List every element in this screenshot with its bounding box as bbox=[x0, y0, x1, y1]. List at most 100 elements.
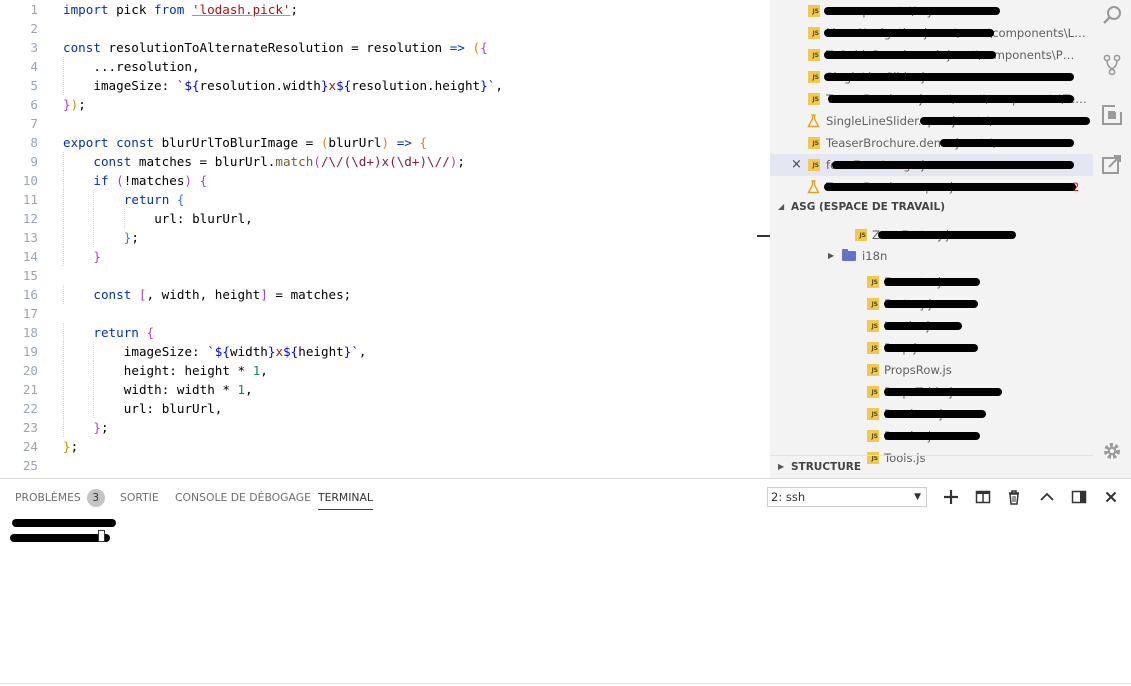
redaction-mark bbox=[940, 139, 1074, 147]
open-editor-item[interactable]: JS…components\Layou… bbox=[770, 0, 1093, 22]
line-number: 16 bbox=[22, 287, 38, 302]
code-line[interactable]: 21 width: width * 1, bbox=[0, 380, 757, 399]
add-terminal-icon[interactable] bbox=[943, 489, 959, 505]
code-line[interactable]: 25 bbox=[0, 456, 757, 475]
open-editor-item[interactable]: JSSingleLineSlider.js … bbox=[770, 66, 1093, 88]
code-text: width: width * 1, bbox=[124, 380, 253, 399]
remote-icon[interactable] bbox=[1101, 153, 1123, 175]
tree-file[interactable]: JSZoneFactory.js bbox=[770, 224, 1093, 246]
line-number: 4 bbox=[30, 59, 38, 74]
tree-folder[interactable]: ▶ i18n bbox=[770, 245, 1093, 267]
code-line[interactable]: 3 const resolutionToAlternateResolution =… bbox=[0, 38, 757, 57]
open-editor-item[interactable]: JS TeaserBrochure.demo.js …ts\… bbox=[770, 132, 1093, 154]
code-token: { bbox=[480, 40, 488, 55]
code-line[interactable]: 10 if (!matches) { bbox=[0, 171, 757, 190]
code-line[interactable]: 13}; bbox=[0, 228, 757, 247]
panel-tab-problèmes[interactable]: PROBLÈMES 3 bbox=[15, 488, 105, 510]
toggle-layout-icon[interactable] bbox=[1071, 489, 1087, 505]
open-editor-item[interactable]: TeaserBrochure.spec.js …2 bbox=[770, 176, 1093, 198]
code-token: }` bbox=[343, 344, 359, 359]
indent-guide bbox=[63, 247, 64, 266]
code-line[interactable]: 11 return { bbox=[0, 190, 757, 209]
open-editor-item[interactable]: JSMenuNavigation.js …s\react\components\… bbox=[770, 22, 1093, 44]
close-editor-icon[interactable]: × bbox=[791, 154, 802, 176]
code-token: { bbox=[199, 173, 208, 188]
code-text: const [, width, height] = matches; bbox=[93, 285, 351, 304]
code-token: ( bbox=[116, 173, 124, 188]
code-line[interactable]: 8 export const blurUrlToBlurImage = (blur… bbox=[0, 133, 757, 152]
tree-file[interactable]: JSRenderer.js bbox=[770, 403, 1093, 425]
code-line[interactable]: 19 imageSize: `${width}x${height}`, bbox=[0, 342, 757, 361]
panel-tab-console-de-débogage[interactable]: CONSOLE DE DÉBOGAGE bbox=[175, 488, 311, 510]
source-control-icon[interactable] bbox=[1101, 54, 1123, 76]
js-file-icon: JS bbox=[867, 342, 879, 354]
code-text: height: height * 1, bbox=[124, 361, 268, 380]
code-token: from bbox=[154, 2, 185, 17]
trash-icon[interactable] bbox=[1006, 489, 1022, 505]
tree-file[interactable]: JSRender.js bbox=[770, 425, 1093, 447]
extensions-icon[interactable] bbox=[1101, 104, 1123, 126]
tree-file[interactable]: JSLoader.js bbox=[770, 315, 1093, 337]
code-line[interactable]: 7 bbox=[0, 114, 757, 133]
code-token: match bbox=[275, 154, 314, 169]
code-token: ) bbox=[381, 135, 390, 150]
code-line[interactable]: 14} bbox=[0, 247, 757, 266]
bottom-panel: PROBLÈMES 3 SORTIE CONSOLE DE DÉBOGAGE TERMI… bbox=[0, 478, 1131, 686]
code-line[interactable]: 16 const [, width, height] = matches; bbox=[0, 285, 757, 304]
line-number: 2 bbox=[30, 21, 38, 36]
line-number: 5 bbox=[30, 78, 38, 93]
maximize-panel-icon[interactable] bbox=[1039, 489, 1055, 505]
code-token: const bbox=[63, 40, 101, 55]
code-token: ( bbox=[472, 40, 481, 55]
code-editor[interactable]: 1 import pick from 'lodash.pick'; 2 3 const … bbox=[0, 0, 757, 478]
tree-file[interactable]: JSExecutor.js bbox=[770, 271, 1093, 293]
code-line[interactable]: 12 url: blurUrl, bbox=[0, 209, 757, 228]
line-number: 9 bbox=[30, 154, 38, 169]
search-icon[interactable] bbox=[1101, 4, 1123, 26]
tree-file[interactable]: JSPropsTable.js bbox=[770, 381, 1093, 403]
js-file-icon: JS bbox=[808, 93, 820, 105]
indent-guide bbox=[63, 418, 64, 437]
code-line[interactable]: 18 return { bbox=[0, 323, 757, 342]
code-line[interactable]: 1 import pick from 'lodash.pick'; bbox=[0, 0, 757, 19]
open-editor-item[interactable]: ×JSformErrorImage.js … bbox=[770, 154, 1093, 176]
code-line[interactable]: 23}; bbox=[0, 418, 757, 437]
split-terminal-icon[interactable] bbox=[975, 489, 991, 505]
code-text: imageSize: `${width}x${height}`, bbox=[124, 342, 367, 361]
code-line[interactable]: 22 url: blurUrl, bbox=[0, 399, 757, 418]
indent-guide bbox=[123, 209, 125, 228]
open-editor-item[interactable]: JSTeGuideBreadcrumb.js …t\components\P… bbox=[770, 44, 1093, 66]
code-token: ; bbox=[100, 420, 109, 435]
terminal-output[interactable] bbox=[0, 509, 1131, 685]
js-file-icon: JS bbox=[808, 137, 820, 149]
panel-tab-terminal[interactable]: TERMINAL bbox=[318, 488, 373, 510]
open-editor-item[interactable]: JSTeaserBrochure.js …s\react\components\… bbox=[770, 88, 1093, 110]
js-file-icon: JS bbox=[867, 408, 879, 420]
redacted-terminal-line bbox=[10, 534, 110, 542]
code-line[interactable]: 2 bbox=[0, 19, 757, 38]
workspace-section-header[interactable]: ◢ ASG (ESPACE DE TRAVAIL) bbox=[770, 196, 1093, 218]
tree-file[interactable]: JSProp.js bbox=[770, 337, 1093, 359]
settings-gear-icon[interactable] bbox=[1101, 440, 1123, 462]
redaction-mark bbox=[884, 344, 978, 352]
code-text: return { bbox=[124, 190, 185, 209]
panel-tab-sortie[interactable]: SORTIE bbox=[120, 488, 159, 510]
code-line[interactable]: 20 height: height * 1, bbox=[0, 361, 757, 380]
code-line[interactable]: 17 bbox=[0, 304, 757, 323]
code-line[interactable]: 4 ...resolution, bbox=[0, 57, 757, 76]
code-line[interactable]: 15 bbox=[0, 266, 757, 285]
code-line[interactable]: 9 const matches = blurUrl.match(/\/(\d+)x… bbox=[0, 152, 757, 171]
open-editor-item[interactable]: SingleLineSlider.spec.js …ts\… bbox=[770, 110, 1093, 132]
redaction-mark bbox=[824, 183, 968, 191]
terminal-select[interactable]: 2: ssh ▼ bbox=[767, 487, 927, 507]
tree-file[interactable]: JS PropsRow.js bbox=[770, 359, 1093, 381]
close-icon[interactable] bbox=[1103, 489, 1119, 505]
code-token: x bbox=[275, 344, 284, 359]
code-line[interactable]: 6}); bbox=[0, 95, 757, 114]
code-line[interactable]: 5 imageSize: `${resolution.width}x${resol… bbox=[0, 76, 757, 95]
code-line[interactable]: 24}; bbox=[0, 437, 757, 456]
structure-section-header[interactable]: ▶ STRUCTURE bbox=[770, 455, 1093, 477]
code-token: ${ bbox=[336, 78, 352, 93]
tree-file[interactable]: JSFactory.js bbox=[770, 293, 1093, 315]
